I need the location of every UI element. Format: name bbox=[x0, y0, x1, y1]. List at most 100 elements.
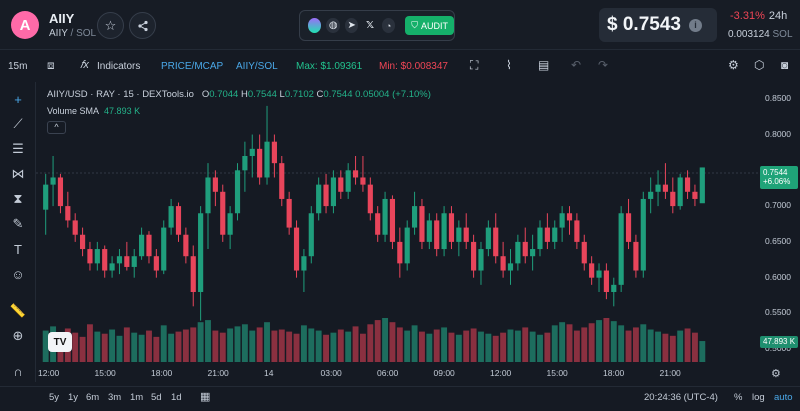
clock: 20:24:36 (UTC-4) bbox=[644, 392, 718, 403]
chart-settings-icon[interactable]: ⚙ bbox=[771, 367, 781, 380]
candle-body bbox=[72, 220, 78, 235]
volume-bar bbox=[566, 324, 573, 362]
ohlc-legend: AIIY/USD · RAY · 15 · DEXTools.io O0.704… bbox=[47, 89, 431, 100]
fib-icon[interactable]: ⧗ bbox=[9, 190, 27, 208]
favorite-button[interactable]: ☆ bbox=[97, 12, 124, 39]
volume-tag: 47.893 K bbox=[760, 336, 798, 348]
volume-bar bbox=[514, 330, 521, 362]
crosshair-icon[interactable]: + bbox=[9, 90, 27, 108]
zoom-in-icon[interactable]: ⊕ bbox=[9, 327, 27, 345]
candle-body bbox=[65, 206, 71, 221]
candle-body bbox=[677, 177, 683, 207]
log-toggle[interactable]: log bbox=[752, 392, 765, 403]
time-axis[interactable]: 12:00 15:00 18:00 21:00 14 03:00 06:00 09:00 12:… bbox=[36, 366, 760, 380]
volume-bar bbox=[603, 318, 610, 362]
interval-selector[interactable]: 15m bbox=[8, 61, 27, 72]
redo-icon[interactable]: ↷ bbox=[598, 58, 608, 72]
volume-bar bbox=[669, 335, 676, 362]
volume-bar bbox=[286, 331, 293, 362]
candle-body bbox=[279, 163, 285, 199]
candle-body bbox=[382, 198, 388, 235]
range-6m[interactable]: 6m bbox=[86, 392, 99, 403]
range-1y[interactable]: 1y bbox=[68, 392, 78, 403]
share-button[interactable] bbox=[129, 12, 156, 39]
pattern-icon[interactable]: ⋈ bbox=[9, 165, 27, 183]
camera-icon[interactable]: ◙ bbox=[781, 58, 788, 72]
candle-body bbox=[271, 141, 277, 164]
candle-body bbox=[175, 206, 182, 235]
calendar-icon[interactable]: ▦ bbox=[200, 390, 210, 403]
indicators-button[interactable]: Indicators bbox=[97, 61, 140, 72]
globe-icon[interactable]: ◍ bbox=[326, 18, 340, 33]
candle-body bbox=[530, 249, 536, 257]
price-axis[interactable]: 0.85000.80000.75000.70000.65000.60000.55… bbox=[760, 82, 800, 366]
range-1d[interactable]: 1d bbox=[171, 392, 182, 403]
magnet-icon[interactable]: ∩ bbox=[9, 362, 27, 380]
candlestick-chart[interactable] bbox=[36, 82, 760, 366]
volume-bar bbox=[655, 331, 661, 362]
candle-body bbox=[323, 184, 329, 207]
volume-bar bbox=[610, 321, 617, 362]
drawing-tools: + ⟋ ☰ ⋈ ⧗ ✎ T ☺ 📏 ⊕ ∩ bbox=[0, 82, 36, 382]
token-logo: A bbox=[11, 11, 39, 39]
volume-bar bbox=[647, 329, 654, 362]
pair-toggle[interactable]: AIIY/SOL bbox=[236, 61, 278, 72]
volume-bar bbox=[448, 332, 455, 362]
x-icon[interactable]: 𝕏 bbox=[363, 18, 376, 33]
info-icon[interactable]: i bbox=[688, 18, 702, 32]
candle-body bbox=[625, 213, 632, 242]
volume-bar bbox=[330, 332, 337, 362]
fullscreen-icon[interactable]: ⛶ bbox=[470, 58, 478, 73]
percent-toggle[interactable]: % bbox=[734, 392, 742, 403]
candle-body bbox=[168, 206, 174, 228]
volume-bar bbox=[492, 335, 499, 362]
undo-icon[interactable]: ↶ bbox=[571, 58, 581, 72]
horizontal-lines-icon[interactable]: ☰ bbox=[9, 140, 27, 158]
solana-icon[interactable] bbox=[308, 18, 322, 33]
zoom-settings-icon[interactable]: ⚙ bbox=[728, 58, 739, 72]
candle-body bbox=[544, 227, 550, 242]
volume-bar bbox=[79, 336, 86, 362]
chart-line-icon[interactable]: ⌇ bbox=[506, 58, 512, 72]
token-pair: AIIY / SOL bbox=[49, 28, 97, 39]
candle-body bbox=[655, 184, 661, 192]
candle-type-icon[interactable]: ⧈ bbox=[47, 58, 55, 73]
candle-body bbox=[411, 206, 418, 228]
brush-icon[interactable]: ✎ bbox=[9, 215, 27, 233]
candle-body bbox=[102, 249, 108, 271]
volume-bar bbox=[500, 332, 507, 362]
range-5y[interactable]: 5y bbox=[49, 392, 59, 403]
candle-body bbox=[264, 141, 270, 178]
volume-bar bbox=[241, 324, 248, 362]
auto-toggle[interactable]: auto bbox=[774, 392, 793, 403]
range-3m[interactable]: 3m bbox=[108, 392, 121, 403]
candle-body bbox=[183, 234, 189, 257]
emoji-icon[interactable]: ☺ bbox=[9, 265, 27, 283]
volume-bar bbox=[131, 332, 138, 362]
candle-body bbox=[648, 191, 654, 199]
ruler-icon[interactable]: 📏 bbox=[9, 302, 27, 320]
telegram-icon[interactable]: ➤ bbox=[344, 18, 359, 33]
external-link-icon[interactable]: ◔ bbox=[381, 18, 396, 33]
collapse-legend-button[interactable]: ^ bbox=[47, 121, 66, 134]
candle-body bbox=[375, 213, 381, 235]
volume-bar bbox=[323, 334, 329, 362]
candle-body bbox=[286, 198, 292, 228]
time-tick-label: 14 bbox=[264, 368, 274, 378]
text-icon[interactable]: T bbox=[9, 240, 27, 258]
price-mcap-toggle[interactable]: PRICE/MCAP bbox=[161, 61, 223, 72]
range-1m[interactable]: 1m bbox=[130, 392, 143, 403]
volume-bar bbox=[404, 330, 411, 362]
volume-bar bbox=[573, 330, 580, 362]
range-5d[interactable]: 5d bbox=[151, 392, 162, 403]
price-tick-label: 0.5500 bbox=[765, 307, 791, 318]
trend-line-icon[interactable]: ⟋ bbox=[9, 115, 27, 133]
audit-button[interactable]: ⛉ AUDIT bbox=[405, 16, 455, 35]
snapshot-icon[interactable]: ⬡ bbox=[754, 58, 764, 72]
chart-bars-icon[interactable]: ▤ bbox=[538, 58, 549, 72]
volume-bar bbox=[625, 330, 632, 362]
candle-body bbox=[161, 227, 167, 271]
candle-body bbox=[360, 177, 366, 185]
indicators-icon[interactable]: 𝑓x bbox=[80, 59, 89, 72]
top-bar: A AIIY AIIY / SOL ☆ ◍ ➤ 𝕏 ◔ ⛉ AUDIT $ 0.7… bbox=[0, 0, 800, 50]
